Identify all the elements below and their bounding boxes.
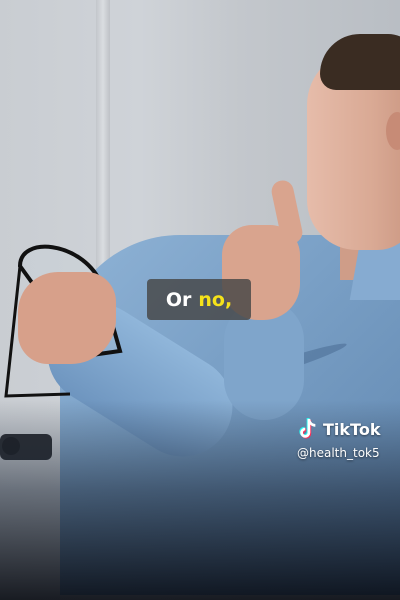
caption-word: Or: [165, 288, 192, 311]
subtitle-caption: Or no,: [147, 279, 251, 320]
video-frame: Or no, TikTok @health_tok5: [0, 0, 400, 600]
tiktok-watermark: TikTok: [297, 417, 397, 441]
tiktok-logo-icon: [299, 417, 316, 439]
caption-highlight-word: no,: [198, 288, 233, 311]
tiktok-brand-text: TikTok: [323, 419, 381, 439]
tiktok-brand-row: TikTok: [297, 417, 397, 441]
left-hand: [18, 272, 116, 364]
tiktok-handle: @health_tok5: [297, 446, 380, 460]
